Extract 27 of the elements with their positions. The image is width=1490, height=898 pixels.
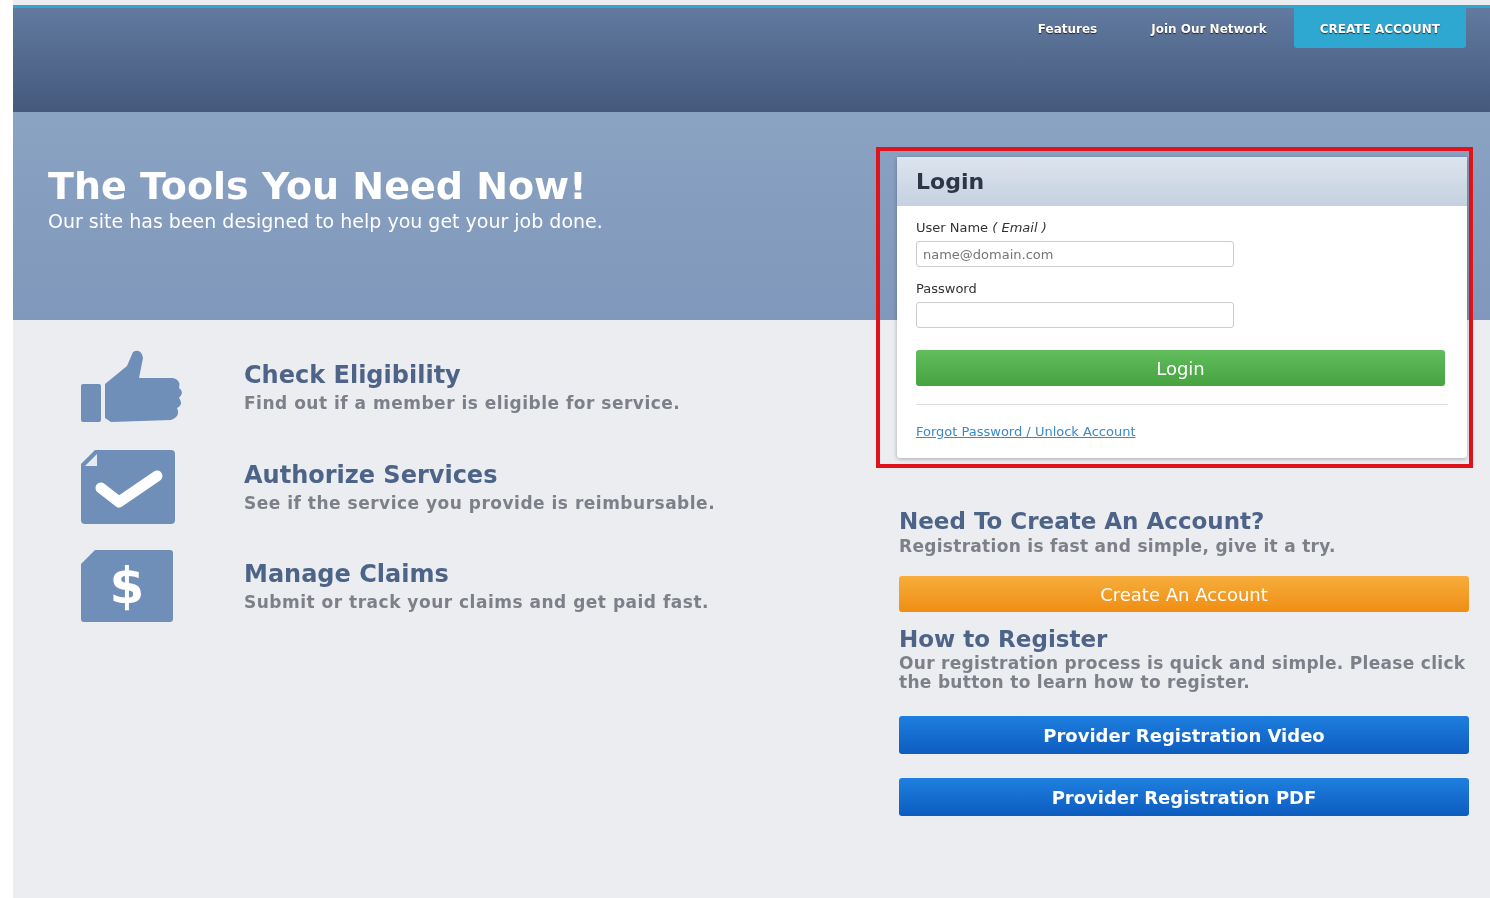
feature-description: See if the service you provide is reimbursable. xyxy=(244,493,716,513)
checkmark-document-icon xyxy=(81,450,175,524)
password-field[interactable] xyxy=(916,302,1234,328)
password-label: Password xyxy=(916,281,978,296)
section-text: Registration is fast and simple, give it a try. xyxy=(899,536,1337,556)
hero-subtitle: Our site has been designed to help you get your job done. xyxy=(48,210,604,232)
create-account-button[interactable]: CREATE ACCOUNT xyxy=(1293,8,1466,48)
username-label: User Name ( Email ) xyxy=(916,220,1048,235)
feature-title: Check Eligibility xyxy=(244,361,462,389)
section-title: Need To Create An Account? xyxy=(899,508,1266,534)
nav-link[interactable]: Join Our Network xyxy=(1124,8,1294,50)
section-title: How to Register xyxy=(899,626,1109,652)
feature-description: Submit or track your claims and get paid fast. xyxy=(244,592,710,612)
hero-title: The Tools You Need Now! xyxy=(48,164,588,208)
username-field[interactable]: name@domain.com xyxy=(916,241,1234,267)
thumbs-up-icon xyxy=(81,350,185,424)
registration-button[interactable]: Provider Registration Video xyxy=(899,716,1469,754)
registration-button[interactable]: Provider Registration PDF xyxy=(899,778,1469,816)
feature-title: Authorize Services xyxy=(244,461,499,489)
section-text: Our registration process is quick and simple. Please click the button to learn how to register. xyxy=(899,654,1467,692)
login-button[interactable]: Login xyxy=(916,350,1445,386)
forgot-password-link[interactable]: Forgot Password / Unlock Account xyxy=(916,424,1136,439)
dollar-document-icon: $ xyxy=(81,550,173,622)
feature-title: Manage Claims xyxy=(244,560,450,588)
feature-description: Find out if a member is eligible for service. xyxy=(244,393,681,413)
login-title: Login xyxy=(897,157,1467,206)
nav-link[interactable]: Features xyxy=(1010,8,1125,50)
